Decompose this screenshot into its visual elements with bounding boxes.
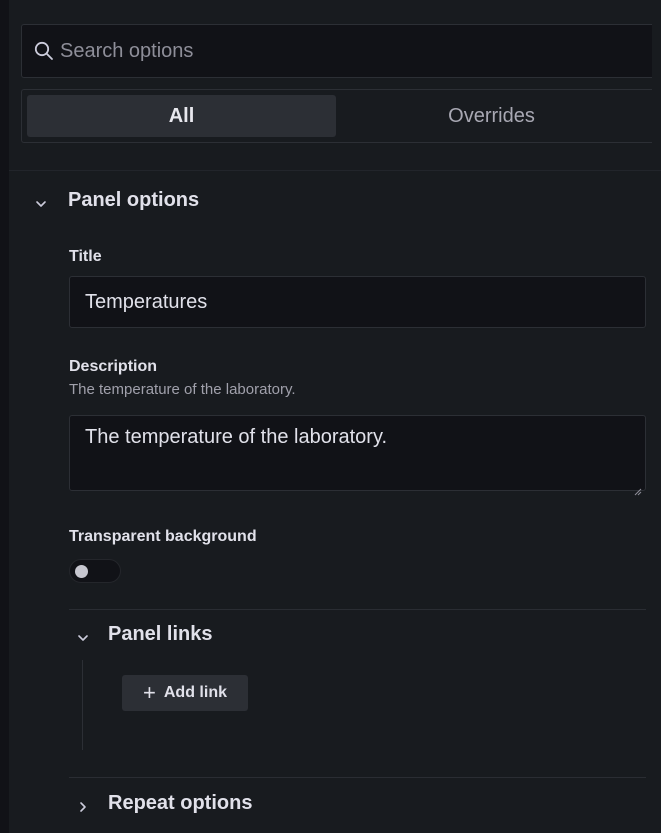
panel-options-header[interactable]: Panel options [34, 189, 199, 212]
title-label: Title [69, 248, 102, 265]
chevron-down-icon [76, 628, 90, 642]
section-rail [82, 660, 83, 750]
search-icon [34, 41, 54, 61]
transparent-background-toggle[interactable] [69, 559, 121, 583]
divider [69, 777, 646, 778]
repeat-options-label: Repeat options [108, 792, 253, 814]
repeat-options-header[interactable]: Repeat options [76, 792, 252, 815]
divider [69, 609, 646, 610]
panel-links-header[interactable]: Panel links [76, 623, 213, 646]
search-input[interactable] [60, 39, 640, 63]
panel-options-label: Panel options [68, 189, 200, 211]
description-textarea[interactable]: The temperature of the laboratory. [69, 415, 646, 496]
tab-all[interactable]: All [27, 95, 336, 137]
plus-icon: + [143, 680, 156, 705]
chevron-right-icon [76, 797, 90, 812]
add-link-label: Add link [163, 684, 227, 701]
resize-grip-icon[interactable] [634, 479, 642, 496]
description-help-text: The temperature of the laboratory. [69, 381, 296, 398]
description-value: The temperature of the laboratory. [85, 426, 388, 448]
toggle-knob [75, 565, 88, 578]
title-input[interactable]: Temperatures [69, 276, 646, 328]
tab-overrides[interactable]: Overrides [336, 95, 647, 137]
description-label: Description [69, 358, 158, 375]
search-box[interactable] [21, 24, 652, 78]
add-link-button[interactable]: + Add link [122, 675, 248, 711]
panel-links-label: Panel links [108, 623, 213, 645]
tab-bar: All Overrides [21, 89, 652, 143]
chevron-down-icon [34, 194, 48, 208]
divider [9, 170, 661, 171]
transparent-background-label: Transparent background [69, 528, 257, 545]
